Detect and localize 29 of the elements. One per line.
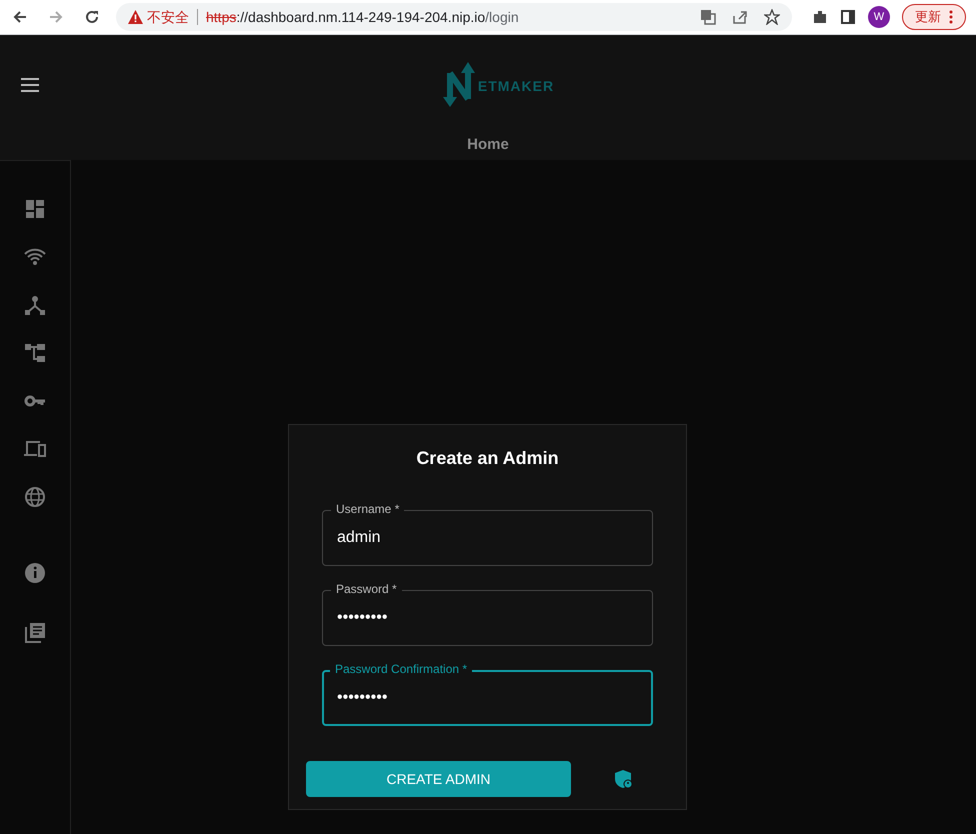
logo-icon (442, 61, 478, 109)
field-value: ••••••••• (337, 608, 388, 628)
warning-icon (128, 10, 143, 24)
more-icon (949, 10, 953, 24)
info-icon[interactable] (24, 562, 46, 584)
shield-user-icon[interactable] (614, 769, 634, 789)
share-icon[interactable] (732, 9, 748, 25)
dashboard-icon[interactable] (24, 198, 46, 220)
documents-icon[interactable] (24, 622, 46, 644)
update-button[interactable]: 更新 (902, 4, 966, 30)
field-value: admin (337, 528, 381, 548)
address-bar[interactable]: 不安全 https://dashboard.nm.114-249-194-204.nip.io/login (116, 3, 792, 31)
reload-icon[interactable] (84, 9, 100, 25)
hub-icon[interactable] (24, 294, 46, 316)
page-title: Home (467, 134, 509, 154)
menu-icon[interactable] (21, 78, 39, 92)
security-label: 不安全 (147, 8, 189, 26)
profile-avatar[interactable]: W (868, 6, 890, 28)
sidebar-toggle-icon[interactable] (840, 9, 856, 25)
field-value: ••••••••• (337, 688, 388, 708)
back-icon[interactable] (12, 9, 28, 25)
tree-icon[interactable] (24, 342, 46, 364)
globe-icon[interactable] (24, 486, 46, 508)
devices-icon[interactable] (24, 438, 46, 460)
logo-text: ETMAKER (478, 77, 554, 96)
form-title: Create an Admin (416, 447, 559, 470)
wifi-icon[interactable] (24, 246, 46, 268)
star-icon[interactable] (764, 9, 780, 25)
url-text: https://dashboard.nm.114-249-194-204.nip.io/login (206, 8, 519, 27)
